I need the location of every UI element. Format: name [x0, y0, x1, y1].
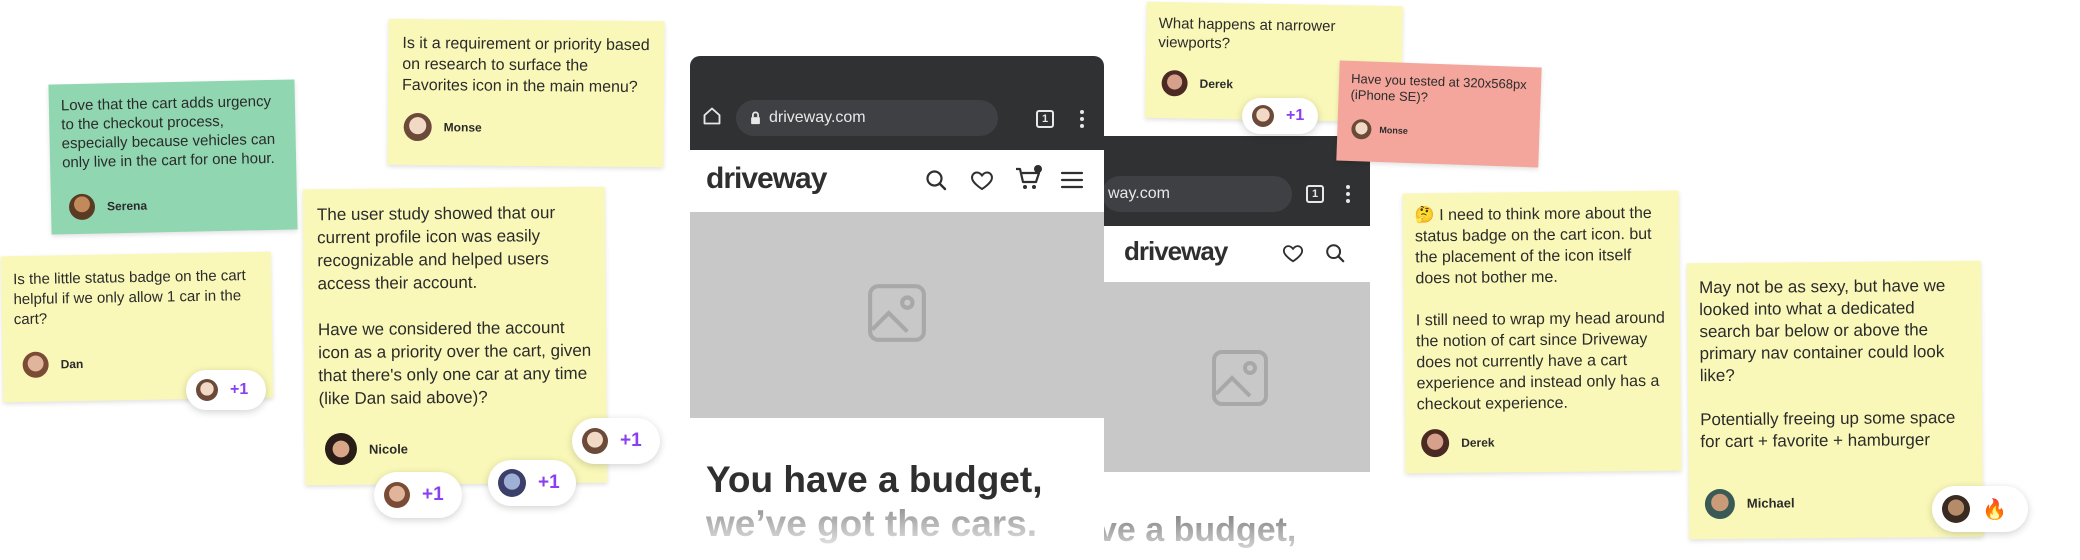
- hero-heading: ve a budget,: [1102, 510, 1296, 551]
- driveway-logo[interactable]: driveway: [1124, 236, 1228, 267]
- browser-toolbar: way.com 1: [1102, 136, 1370, 226]
- author-name: Nicole: [368, 440, 409, 457]
- comment-note-serena[interactable]: Love that the cart adds urgency to the c…: [48, 79, 298, 235]
- avatar: [1161, 70, 1188, 97]
- lock-icon: [751, 111, 760, 125]
- fire-reaction-icon: 🔥: [1982, 498, 2007, 521]
- avatar: [196, 379, 218, 401]
- avatar: [1252, 105, 1274, 127]
- tab-count: 1: [1041, 113, 1049, 125]
- author-name: Michael: [1746, 495, 1795, 511]
- author-name: Derek: [1461, 435, 1495, 450]
- avatar: [582, 428, 608, 454]
- avatar: [22, 351, 49, 378]
- comment-author: Derek: [1421, 428, 1495, 458]
- reaction-pill[interactable]: 🔥: [1932, 486, 2028, 532]
- author-name: Monse: [1379, 124, 1409, 136]
- author-name: Monse: [443, 119, 482, 135]
- driveway-logo[interactable]: driveway: [706, 162, 827, 196]
- reaction-pill[interactable]: +1: [186, 370, 266, 410]
- comment-text: Have you tested at 320x568px (iPhone SE)…: [1350, 70, 1527, 105]
- comment-author: Monse: [1351, 118, 1409, 141]
- more-menu-icon[interactable]: [1346, 185, 1350, 206]
- comment-author: Michael: [1704, 488, 1795, 520]
- author-name: Dan: [60, 356, 84, 372]
- author-name: Serena: [106, 198, 148, 213]
- tabs-count-button[interactable]: 1: [1306, 185, 1324, 203]
- reaction-pill[interactable]: +1: [572, 418, 660, 464]
- hero-heading-line: ve a budget,: [1102, 510, 1296, 551]
- plus-one-reaction: +1: [620, 430, 642, 451]
- author-name: Derek: [1199, 76, 1234, 91]
- address-bar[interactable]: way.com: [1102, 176, 1292, 212]
- comment-text: May not be as sexy, but have we looked i…: [1698, 276, 1956, 452]
- comment-author: Derek: [1161, 70, 1233, 97]
- plus-one-reaction: +1: [230, 381, 249, 398]
- site-header: driveway: [1102, 226, 1370, 280]
- url-text: driveway.com: [769, 109, 866, 126]
- phone-mockup-narrow: way.com 1 driveway ve a budget,: [1102, 136, 1370, 560]
- image-icon: [868, 284, 926, 342]
- address-bar[interactable]: driveway.com: [736, 100, 998, 136]
- plus-one-reaction: +1: [1286, 107, 1305, 124]
- cart-icon[interactable]: [1014, 164, 1042, 192]
- comment-text: Is it a requirement or priority based on…: [401, 34, 650, 96]
- comment-text: What happens at narrower viewports?: [1158, 14, 1336, 53]
- phone-mockup-main: driveway.com 1 driveway You have a budge…: [690, 56, 1104, 560]
- comment-author: Serena: [68, 193, 148, 221]
- plus-one-reaction: +1: [422, 484, 444, 505]
- tabs-count-button[interactable]: 1: [1036, 110, 1054, 128]
- search-icon[interactable]: [924, 168, 948, 192]
- url-text: way.com: [1108, 185, 1170, 202]
- more-menu-icon[interactable]: [1080, 110, 1084, 131]
- avatar: [68, 193, 96, 221]
- avatar: [403, 112, 432, 142]
- comment-note-derek-cart[interactable]: 🤔 I need to think more about the status …: [1402, 190, 1682, 474]
- comment-text: The user study showed that our current p…: [316, 203, 592, 409]
- comment-note-nicole[interactable]: The user study showed that our current p…: [302, 186, 608, 486]
- avatar: [1421, 428, 1450, 458]
- avatar: [384, 482, 410, 508]
- hero-heading-line: You have a budget,: [706, 459, 1043, 500]
- avatar: [1351, 118, 1372, 140]
- site-header: driveway: [690, 150, 1104, 212]
- tab-count: 1: [1311, 188, 1319, 200]
- search-icon[interactable]: [1324, 242, 1346, 264]
- heart-icon[interactable]: [1282, 242, 1304, 264]
- comment-note-monse-iphone[interactable]: Have you tested at 320x568px (iPhone SE)…: [1336, 60, 1542, 168]
- hero-image-placeholder: [690, 212, 1104, 418]
- avatar: [1942, 495, 1970, 523]
- image-icon: [1212, 350, 1268, 406]
- heart-icon[interactable]: [970, 168, 994, 192]
- hero-heading: You have a budget, we’ve got the cars.: [706, 458, 1042, 547]
- hero-heading-line: we’ve got the cars.: [706, 502, 1042, 546]
- comment-note-monse[interactable]: Is it a requirement or priority based on…: [387, 18, 665, 168]
- comment-text: Love that the cart adds urgency to the c…: [60, 92, 276, 172]
- avatar: [1704, 488, 1736, 520]
- comment-author: Monse: [403, 112, 482, 142]
- hamburger-menu-icon[interactable]: [1060, 168, 1084, 192]
- avatar: [324, 432, 358, 466]
- comment-text: 🤔 I need to think more about the status …: [1414, 204, 1665, 414]
- hero-image-placeholder: [1102, 282, 1370, 472]
- browser-toolbar: driveway.com 1: [690, 56, 1104, 150]
- avatar: [498, 469, 526, 497]
- plus-one-reaction: +1: [538, 472, 560, 493]
- comment-author: Dan: [22, 351, 83, 378]
- comment-author: Nicole: [324, 432, 409, 466]
- comment-text: Is the little status badge on the cart h…: [13, 267, 246, 329]
- reaction-pill[interactable]: +1: [488, 460, 576, 506]
- home-icon[interactable]: [702, 106, 722, 126]
- reaction-pill[interactable]: +1: [1242, 98, 1318, 134]
- reaction-pill[interactable]: +1: [374, 472, 462, 518]
